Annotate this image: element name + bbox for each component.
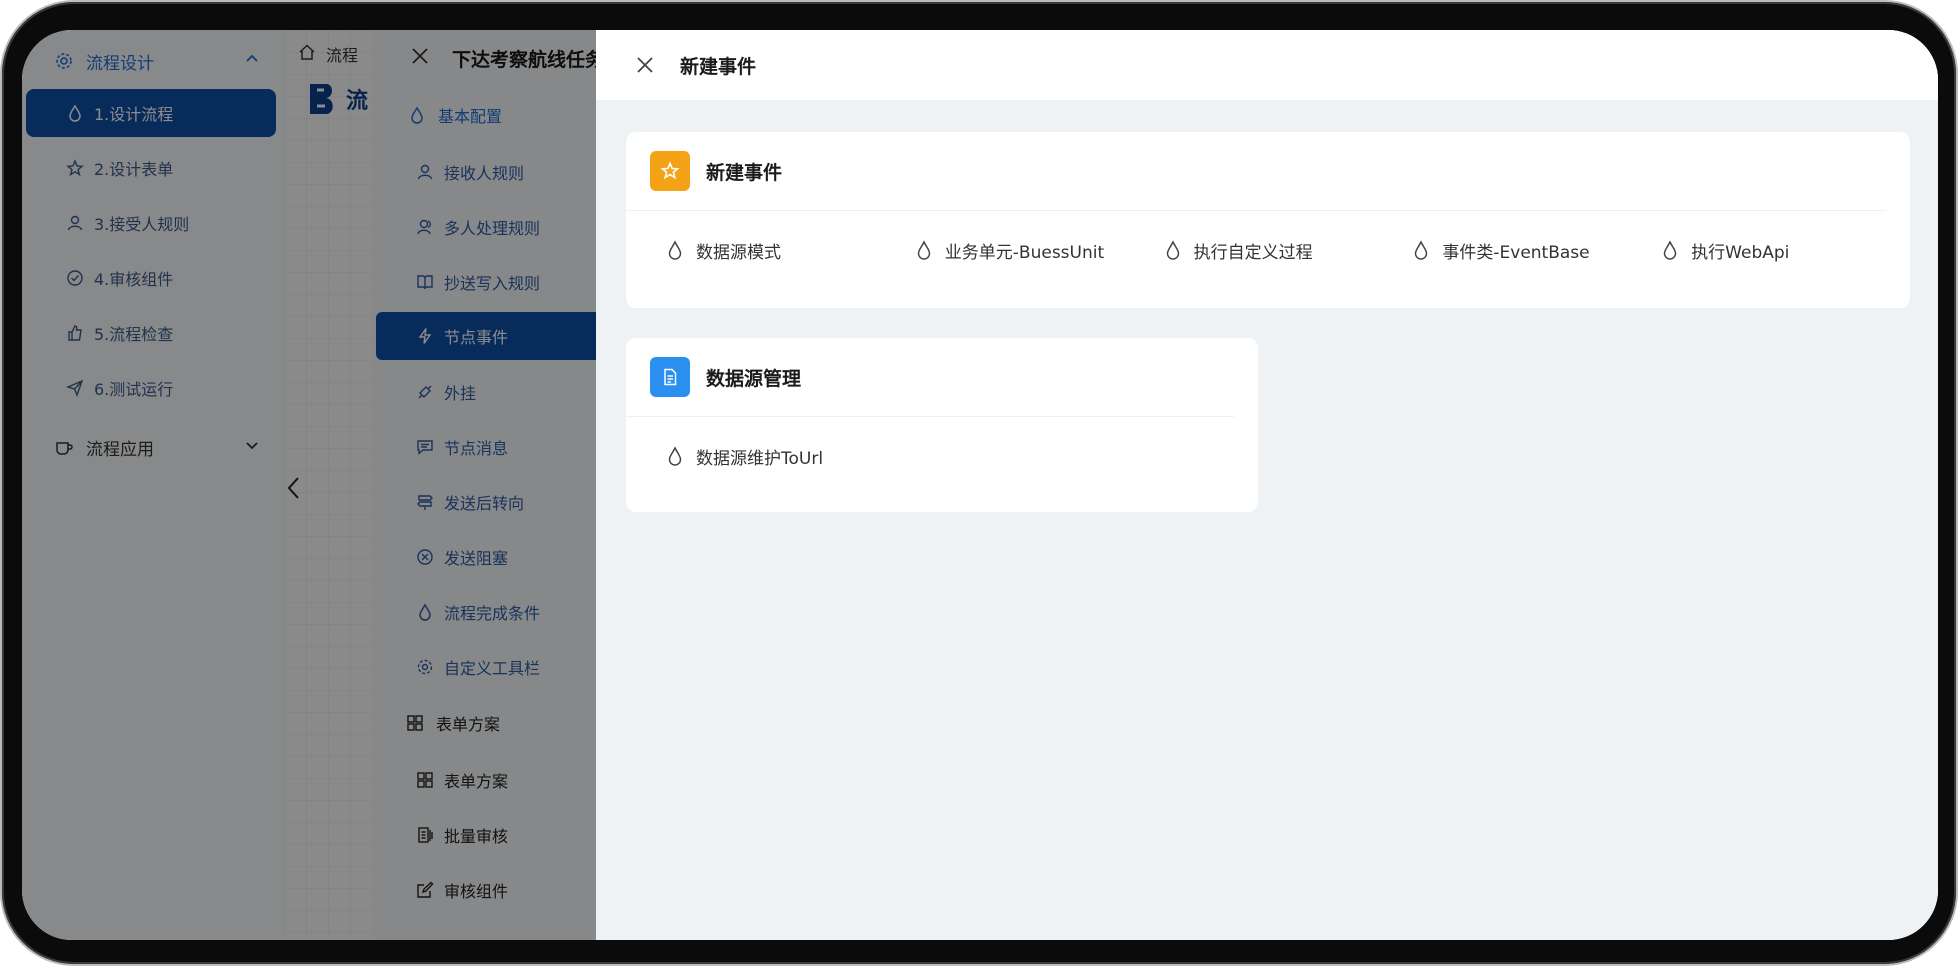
close-icon[interactable]	[634, 54, 656, 76]
new-event-header: 新建事件	[596, 30, 1938, 100]
drop-icon	[666, 446, 684, 466]
event-item-datasource-mode[interactable]: 数据源模式	[666, 227, 915, 273]
card-title: 新建事件	[706, 161, 783, 184]
modal-overlay[interactable]	[22, 30, 616, 940]
star-icon	[650, 151, 690, 191]
event-item-label: 数据源模式	[696, 242, 781, 263]
new-event-title: 新建事件	[680, 55, 757, 78]
event-item-event-base[interactable]: 事件类-EventBase	[1412, 227, 1661, 273]
drop-icon	[915, 240, 933, 260]
card-item-list: 数据源模式 业务单元-BuessUnit 执行自定义过程 事件类-EventBa…	[626, 211, 1910, 273]
document-icon	[650, 357, 690, 397]
screen: 流程设计 1.设计流程 2.设计表单 3.接受人规则 4.审核组件 5.流程检查…	[22, 30, 1938, 940]
drop-icon	[1412, 240, 1430, 260]
drop-icon	[1661, 240, 1679, 260]
datasource-management-card: 数据源管理 数据源维护ToUrl	[626, 338, 1258, 512]
card-title: 数据源管理	[706, 367, 802, 390]
event-item-business-unit[interactable]: 业务单元-BuessUnit	[915, 227, 1164, 273]
drop-icon	[666, 240, 684, 260]
card-header: 新建事件	[626, 132, 1886, 211]
event-item-label: 执行自定义过程	[1193, 242, 1313, 263]
event-item-label: 数据源维护ToUrl	[696, 448, 824, 469]
event-item-label: 业务单元-BuessUnit	[944, 242, 1105, 263]
event-item-label: 事件类-EventBase	[1442, 242, 1590, 263]
event-item-label: 执行WebApi	[1691, 242, 1790, 263]
event-item-webapi[interactable]: 执行WebApi	[1661, 227, 1910, 273]
card-item-list: 数据源维护ToUrl	[626, 417, 1258, 479]
event-item-datasource-tourl[interactable]: 数据源维护ToUrl	[666, 433, 916, 479]
drop-icon	[1164, 240, 1182, 260]
new-event-card: 新建事件 数据源模式 业务单元-BuessUnit 执行自定义过程 事件类-Ev…	[626, 132, 1910, 308]
new-event-drawer: 新建事件 新建事件 数据源模式 业务单元-BuessUnit 执行自定义过程 事…	[596, 30, 1938, 940]
card-header: 数据源管理	[626, 338, 1234, 417]
event-item-custom-procedure[interactable]: 执行自定义过程	[1164, 227, 1413, 273]
device-frame: 流程设计 1.设计流程 2.设计表单 3.接受人规则 4.审核组件 5.流程检查…	[2, 2, 1956, 964]
